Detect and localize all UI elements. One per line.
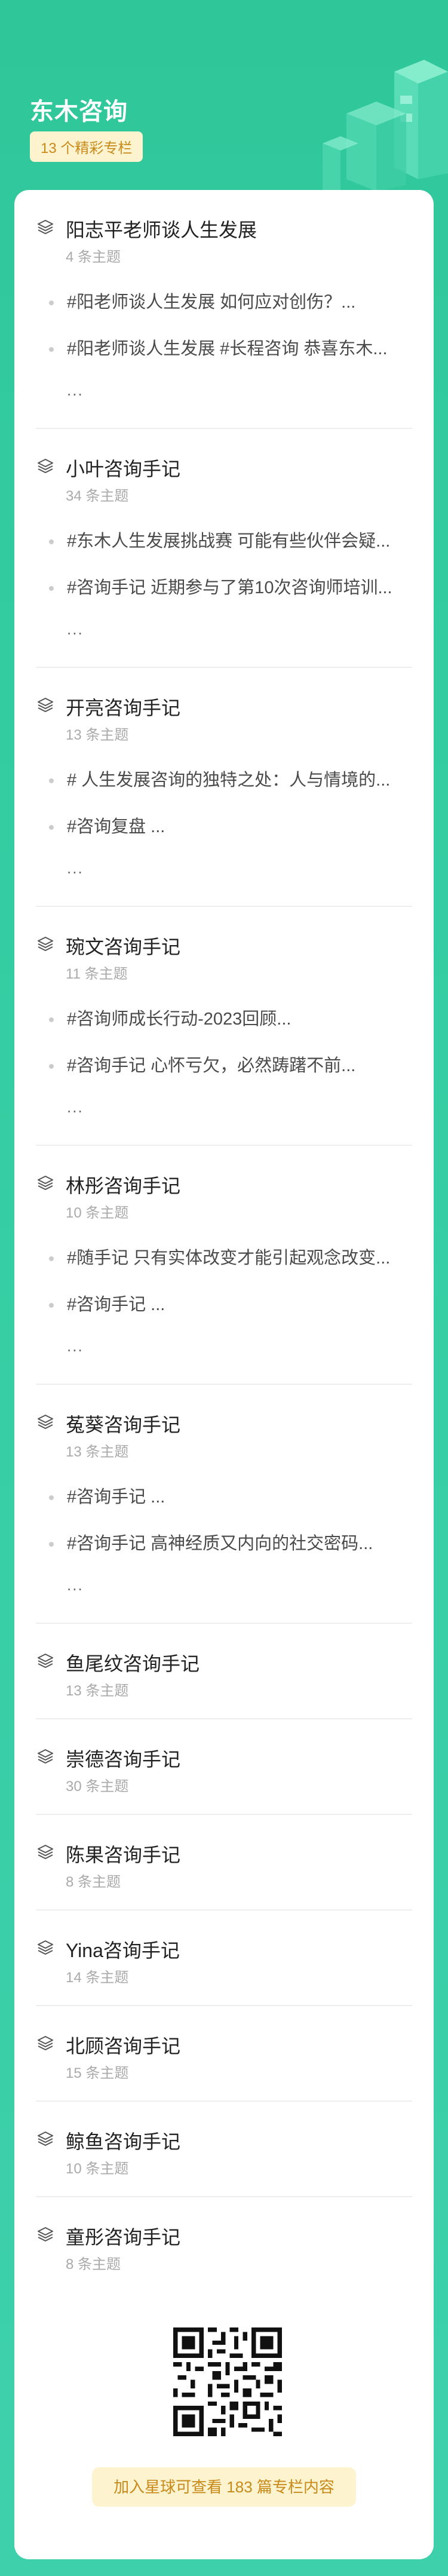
column-item[interactable]: 林彤咨询手记 10 条主题 #随手记 只有实体改变才能引起观念改变... #咨询… xyxy=(36,1146,412,1385)
column-topic-count: 11 条主题 xyxy=(66,966,128,982)
topic-item[interactable]: #咨询手记 ... xyxy=(49,1485,407,1509)
column-item[interactable]: 琬文咨询手记 11 条主题 #咨询师成长行动-2023回顾... #咨询手记 心… xyxy=(36,907,412,1146)
more-indicator: ... xyxy=(67,381,84,399)
building-illustration-icon xyxy=(323,60,448,197)
topic-item[interactable]: #东木人生发展挑战赛 可能有些伙伴会疑... xyxy=(49,529,407,553)
more-indicator: ... xyxy=(67,1576,84,1594)
qr-code-icon xyxy=(173,2327,282,2436)
column-title: 琬文咨询手记 xyxy=(66,936,181,958)
column-title: Yina咨询手记 xyxy=(66,1940,180,1961)
more-indicator: ... xyxy=(67,1098,84,1116)
column-topic-count: 10 条主题 xyxy=(66,2161,129,2177)
column-item[interactable]: 菟葵咨询手记 13 条主题 #咨询手记 ... #咨询手记 高神经质又内向的社交… xyxy=(36,1385,412,1624)
column-item[interactable]: 小叶咨询手记 34 条主题 #东木人生发展挑战赛 可能有些伙伴会疑... #咨询… xyxy=(36,429,412,668)
bullet-icon xyxy=(49,1017,54,1022)
layers-icon xyxy=(38,1654,53,1668)
more-indicator: ... xyxy=(67,859,84,877)
column-item[interactable]: 鱼尾纹咨询手记 13 条主题 xyxy=(36,1624,412,1719)
column-topic-count: 4 条主题 xyxy=(66,249,121,265)
column-topic-count: 14 条主题 xyxy=(66,1970,129,1986)
column-title: 阳志平老师谈人生发展 xyxy=(66,219,257,241)
layers-icon xyxy=(38,220,53,234)
column-topic-count: 34 条主题 xyxy=(66,488,129,504)
bullet-icon xyxy=(49,825,54,830)
header: 东木咨询 13 个精彩专栏 xyxy=(0,0,448,197)
topic-item[interactable]: # 人生发展咨询的独特之处：人与情境的... xyxy=(49,768,407,792)
column-item[interactable]: 鲸鱼咨询手记 10 条主题 xyxy=(36,2102,412,2197)
bullet-icon xyxy=(49,1495,54,1500)
topic-item[interactable]: #咨询手记 近期参与了第10次咨询师培训... xyxy=(49,576,407,600)
bullet-icon xyxy=(49,778,54,783)
column-item[interactable]: 陈果咨询手记 8 条主题 xyxy=(36,1815,412,1910)
column-title: 小叶咨询手记 xyxy=(66,458,181,480)
topic-item[interactable]: #阳老师谈人生发展 如何应对创伤？... xyxy=(49,290,407,314)
column-item[interactable]: 开亮咨询手记 13 条主题 # 人生发展咨询的独特之处：人与情境的... #咨询… xyxy=(36,668,412,907)
column-item[interactable]: 童彤咨询手记 8 条主题 xyxy=(36,2197,412,2293)
layers-icon xyxy=(38,1749,53,1764)
topic-item[interactable]: #随手记 只有实体改变才能引起观念改变... xyxy=(49,1246,407,1270)
column-title: 童彤咨询手记 xyxy=(66,2227,181,2248)
bullet-icon xyxy=(49,300,54,305)
layers-icon xyxy=(38,1176,53,1190)
column-topic-count: 15 条主题 xyxy=(66,2065,129,2081)
topic-item[interactable]: #咨询手记 ... xyxy=(49,1293,407,1317)
columns-card: 阳志平老师谈人生发展 4 条主题 #阳老师谈人生发展 如何应对创伤？... #阳… xyxy=(14,190,434,2559)
bullet-icon xyxy=(49,586,54,591)
bullet-icon xyxy=(49,1542,54,1547)
bullet-icon xyxy=(49,1303,54,1308)
bullet-icon xyxy=(49,1256,54,1261)
column-title: 开亮咨询手记 xyxy=(66,697,181,719)
layers-icon xyxy=(38,698,53,712)
column-topic-count: 13 条主题 xyxy=(66,1683,129,1699)
topic-item[interactable]: #咨询手记 高神经质又内向的社交密码... xyxy=(49,1532,407,1556)
join-planet-button[interactable]: 加入星球可查看 183 篇专栏内容 xyxy=(92,2467,356,2507)
column-topic-count: 8 条主题 xyxy=(66,1874,121,1890)
column-title: 北顾咨询手记 xyxy=(66,2035,181,2057)
layers-icon xyxy=(38,1845,53,1859)
column-topic-count: 8 条主题 xyxy=(66,2256,121,2273)
bullet-icon xyxy=(49,539,54,544)
column-topic-count: 10 条主题 xyxy=(66,1205,129,1221)
column-count-badge: 13 个精彩专栏 xyxy=(30,131,143,162)
topic-item[interactable]: #咨询师成长行动-2023回顾... xyxy=(49,1007,407,1031)
bullet-icon xyxy=(49,347,54,352)
column-title: 崇德咨询手记 xyxy=(66,1749,181,1770)
bullet-icon xyxy=(49,1064,54,1069)
column-item[interactable]: 崇德咨询手记 30 条主题 xyxy=(36,1719,412,1815)
topic-item[interactable]: #咨询复盘 ... xyxy=(49,815,407,839)
topic-item[interactable]: #阳老师谈人生发展 #长程咨询 恭喜东木... xyxy=(49,337,407,361)
column-title: 林彤咨询手记 xyxy=(66,1175,181,1197)
layers-icon xyxy=(38,1415,53,1429)
column-title: 鲸鱼咨询手记 xyxy=(66,2131,181,2152)
topic-item[interactable]: #咨询手记 心怀亏欠，必然踌躇不前... xyxy=(49,1054,407,1078)
layers-icon xyxy=(38,2036,53,2050)
column-title: 鱼尾纹咨询手记 xyxy=(66,1653,200,1675)
more-indicator: ... xyxy=(67,1337,84,1355)
column-title: 菟葵咨询手记 xyxy=(66,1414,181,1436)
layers-icon xyxy=(38,1940,53,1955)
layers-icon xyxy=(38,937,53,951)
column-item[interactable]: 北顾咨询手记 15 条主题 xyxy=(36,2006,412,2102)
layers-icon xyxy=(38,2227,53,2241)
page-title: 东木咨询 xyxy=(30,99,128,125)
column-title: 陈果咨询手记 xyxy=(66,1844,181,1866)
column-item[interactable]: 阳志平老师谈人生发展 4 条主题 #阳老师谈人生发展 如何应对创伤？... #阳… xyxy=(36,190,412,429)
column-topic-count: 13 条主题 xyxy=(66,1444,129,1460)
more-indicator: ... xyxy=(67,620,84,638)
layers-icon xyxy=(38,459,53,473)
layers-icon xyxy=(38,2132,53,2146)
column-topic-count: 13 条主题 xyxy=(66,727,129,743)
column-item[interactable]: Yina咨询手记 14 条主题 xyxy=(36,1910,412,2006)
column-topic-count: 30 条主题 xyxy=(66,1778,129,1795)
